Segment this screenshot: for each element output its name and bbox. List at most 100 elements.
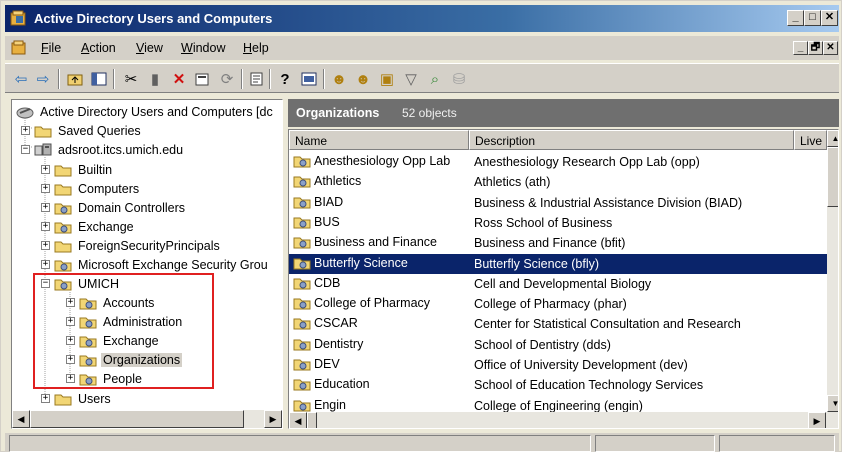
list-item-name: Dentistry xyxy=(314,336,364,351)
menu-file[interactable]: File xyxy=(41,41,61,55)
scroll-left-button[interactable]: ◀ xyxy=(12,410,30,428)
back-icon[interactable]: ⇦ xyxy=(11,69,31,89)
scroll-down-button[interactable]: ▼ xyxy=(827,395,838,412)
help-icon[interactable]: ? xyxy=(275,69,295,89)
maximize-button[interactable]: □ xyxy=(804,10,821,26)
tree-item-domain[interactable]: − adsroot.itcs.umich.edu xyxy=(21,140,185,159)
menu-bar: File Action View Window Help _ 🗗 ✕ xyxy=(5,36,839,60)
results-list[interactable]: Name Description Live C Anesthesiology O… xyxy=(288,129,839,429)
column-header-description[interactable]: Description xyxy=(469,130,794,150)
title-bar[interactable]: Active Directory Users and Computers _ □… xyxy=(5,5,839,32)
add-to-group-icon[interactable]: ⛁ xyxy=(449,69,469,89)
ad-root-icon xyxy=(16,107,34,118)
mdi-restore-button[interactable]: 🗗 xyxy=(808,41,823,55)
export-list-icon[interactable] xyxy=(247,69,267,89)
list-item-name-cell: Engin xyxy=(293,398,346,412)
ou-folder-icon xyxy=(293,217,311,229)
list-item-name-cell: College of Pharmacy xyxy=(293,296,430,310)
find-icon[interactable]: ⌕ xyxy=(425,69,445,89)
properties-icon[interactable] xyxy=(193,69,213,89)
adusers-window: Active Directory Users and Computers _ □… xyxy=(0,0,842,452)
results-title: Organizations xyxy=(296,106,380,120)
tree-item-builtin[interactable]: + Builtin xyxy=(41,160,114,179)
ou-folder-icon xyxy=(293,156,311,168)
column-header-live[interactable]: Live C xyxy=(794,130,827,150)
tree-item-foreign-security-principals[interactable]: + ForeignSecurityPrincipals xyxy=(41,236,222,255)
expand-button[interactable]: + xyxy=(41,260,50,269)
list-item[interactable]: Business and Finance Business and Finance… xyxy=(289,233,829,253)
menu-help[interactable]: Help xyxy=(243,41,269,55)
cut-icon[interactable]: ✂ xyxy=(121,69,141,89)
new-group-icon[interactable]: ☻ xyxy=(353,69,373,89)
scroll-thumb[interactable] xyxy=(827,147,838,207)
tree-label: Domain Controllers xyxy=(78,200,185,215)
list-item[interactable]: Dentistry School of Dentistry (dds) xyxy=(289,335,829,355)
column-header-name[interactable]: Name xyxy=(289,130,469,150)
copy-icon[interactable]: ▮ xyxy=(145,69,165,89)
tree-item-domain-controllers[interactable]: + Domain Controllers xyxy=(41,198,187,217)
forward-icon[interactable]: ⇨ xyxy=(33,69,53,89)
list-item[interactable]: Butterfly Science Butterfly Science (bfly… xyxy=(289,253,829,274)
filter-icon[interactable]: ▽ xyxy=(401,69,421,89)
expand-button[interactable]: + xyxy=(41,203,50,212)
tree-item-saved-queries[interactable]: + Saved Queries xyxy=(21,121,143,140)
minimize-button[interactable]: _ xyxy=(787,10,804,26)
expand-button[interactable]: + xyxy=(41,165,50,174)
list-item-name-cell: Education xyxy=(293,377,370,391)
list-item[interactable]: Education School of Education Technology … xyxy=(289,375,829,395)
expand-button[interactable]: + xyxy=(41,184,50,193)
window-title: Active Directory Users and Computers xyxy=(34,11,273,26)
list-item[interactable]: DEV Office of University Development (dev… xyxy=(289,355,829,375)
tree-item-exchange[interactable]: + Exchange xyxy=(41,217,136,236)
tree-item-users[interactable]: + Users xyxy=(41,389,113,408)
menu-view[interactable]: View xyxy=(136,41,163,55)
expand-button[interactable]: + xyxy=(41,241,50,250)
list-item-description: Center for Statistical Consultation and … xyxy=(474,317,741,332)
expand-button[interactable]: + xyxy=(41,394,50,403)
list-item[interactable]: CDB Cell and Developmental Biology xyxy=(289,274,829,294)
mdi-minimize-button[interactable]: _ xyxy=(793,41,808,55)
menu-window[interactable]: Window xyxy=(181,41,225,55)
folder-icon xyxy=(34,126,52,137)
delete-icon[interactable]: ✕ xyxy=(169,69,189,89)
scroll-right-button[interactable]: ▶ xyxy=(808,412,826,428)
list-item-description: College of Pharmacy (phar) xyxy=(474,297,627,312)
list-item[interactable]: Anesthesiology Opp Lab Anesthesiology Res… xyxy=(289,152,829,172)
list-item-name: Athletics xyxy=(314,174,362,189)
scroll-right-button[interactable]: ▶ xyxy=(264,410,282,428)
menu-action[interactable]: Action xyxy=(81,41,116,55)
list-vertical-scrollbar[interactable]: ▲ ▼ xyxy=(827,130,838,412)
up-folder-icon[interactable] xyxy=(65,69,85,89)
list-item[interactable]: CSCAR Center for Statistical Consultation… xyxy=(289,314,829,334)
tree-root[interactable]: Active Directory Users and Computers [dc xyxy=(16,102,275,121)
refresh-icon[interactable]: ⟳ xyxy=(217,69,237,89)
expand-button[interactable]: + xyxy=(41,222,50,231)
new-ou-icon[interactable]: ▣ xyxy=(377,69,397,89)
list-item-name-cell: Butterfly Science xyxy=(293,256,408,270)
mmc-icon[interactable] xyxy=(11,40,27,56)
collapse-button[interactable]: − xyxy=(21,145,30,154)
tree-item-computers[interactable]: + Computers xyxy=(41,179,141,198)
list-item-name-cell: DEV xyxy=(293,357,340,371)
results-count: 52 objects xyxy=(402,106,457,120)
scroll-thumb[interactable] xyxy=(30,410,244,428)
tree-horizontal-scrollbar[interactable]: ◀ ▶ xyxy=(12,410,282,428)
list-item[interactable]: BUS Ross School of Business xyxy=(289,213,829,233)
new-user-icon[interactable]: ☻ xyxy=(329,69,349,89)
scroll-up-button[interactable]: ▲ xyxy=(827,130,838,147)
show-hide-tree-icon[interactable] xyxy=(89,69,109,89)
list-item-description: Business and Finance (bfit) xyxy=(474,236,626,251)
ou-folder-icon xyxy=(293,339,311,351)
list-item[interactable]: Athletics Athletics (ath) xyxy=(289,172,829,192)
close-button[interactable]: ✕ xyxy=(821,10,838,26)
mdi-close-button[interactable]: ✕ xyxy=(823,41,838,55)
scroll-thumb[interactable] xyxy=(307,412,317,428)
list-item[interactable]: College of Pharmacy College of Pharmacy (… xyxy=(289,294,829,314)
list-horizontal-scrollbar[interactable]: ◀ ▶ xyxy=(289,412,838,428)
scroll-left-button[interactable]: ◀ xyxy=(289,412,307,428)
tree-item-ms-exchange-security-groups[interactable]: + Microsoft Exchange Security Grou xyxy=(41,255,270,274)
list-item[interactable]: BIAD Business & Industrial Assistance Div… xyxy=(289,193,829,213)
console-icon[interactable] xyxy=(299,69,319,89)
expand-button[interactable]: + xyxy=(21,126,30,135)
status-bar xyxy=(5,433,839,452)
